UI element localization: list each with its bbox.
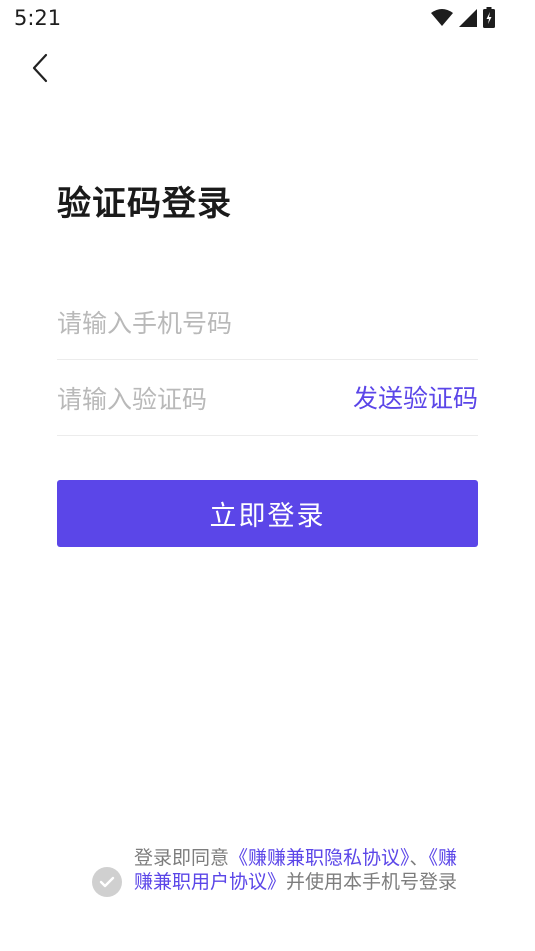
- back-button[interactable]: [22, 52, 58, 88]
- login-button[interactable]: 立即登录: [57, 480, 478, 547]
- status-bar: 5:21: [0, 0, 535, 36]
- phone-input[interactable]: [57, 286, 478, 360]
- agreement-separator: 、: [409, 847, 429, 869]
- back-arrow-icon: [30, 52, 50, 88]
- checkmark-icon: [99, 873, 115, 892]
- signal-icon: [459, 8, 477, 27]
- agreement: 登录即同意《赚赚兼职隐私协议》、《赚赚兼职用户协议》并使用本手机号登录: [92, 846, 472, 897]
- wifi-icon: [431, 8, 453, 27]
- battery-icon: [483, 7, 495, 28]
- phone-field: [57, 286, 478, 360]
- code-input[interactable]: [57, 362, 317, 436]
- status-icons: [431, 7, 495, 28]
- agreement-suffix: 并使用本手机号登录: [286, 871, 458, 893]
- code-field: 发送验证码: [57, 362, 478, 436]
- privacy-agreement-link[interactable]: 《赚赚兼职隐私协议》: [229, 847, 410, 869]
- status-time: 5:21: [14, 6, 62, 30]
- page-title: 验证码登录: [57, 184, 232, 224]
- send-code-button[interactable]: 发送验证码: [353, 362, 478, 436]
- agreement-text: 登录即同意《赚赚兼职隐私协议》、《赚赚兼职用户协议》并使用本手机号登录: [134, 846, 464, 894]
- agree-checkbox[interactable]: [92, 867, 122, 897]
- agreement-prefix: 登录即同意: [134, 847, 230, 869]
